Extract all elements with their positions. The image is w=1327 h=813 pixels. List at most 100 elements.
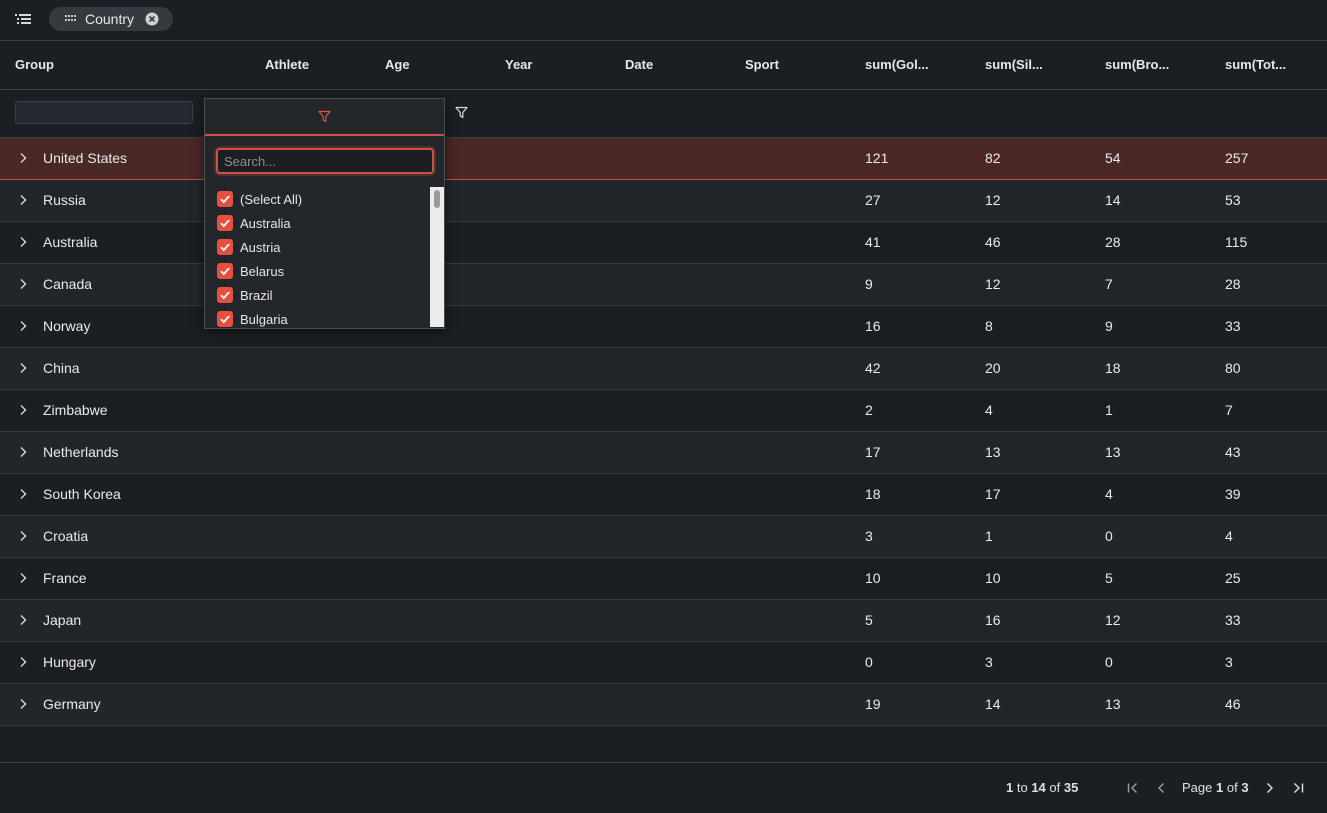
header-date[interactable]: Date bbox=[625, 41, 653, 89]
header-sum-gold[interactable]: sum(Gol... bbox=[865, 41, 929, 89]
bronze-cell: 28 bbox=[1105, 234, 1121, 250]
page-info: Page 1 of 3 bbox=[1182, 763, 1249, 809]
table-row[interactable]: Australia 41 46 28 115 bbox=[0, 222, 1327, 264]
silver-cell: 17 bbox=[985, 486, 1001, 502]
filter-option[interactable]: Austria bbox=[217, 235, 280, 259]
scrollbar-track[interactable] bbox=[430, 187, 444, 327]
header-sport[interactable]: Sport bbox=[745, 41, 779, 89]
chevron-right-icon[interactable] bbox=[17, 278, 29, 290]
scrollbar-thumb[interactable] bbox=[434, 190, 440, 208]
checkbox-checked-icon[interactable] bbox=[217, 239, 233, 255]
gold-cell: 2 bbox=[865, 402, 873, 418]
table-row[interactable]: Canada 9 12 7 28 bbox=[0, 264, 1327, 306]
silver-cell: 8 bbox=[985, 318, 993, 334]
checkbox-checked-icon[interactable] bbox=[217, 287, 233, 303]
gold-cell: 17 bbox=[865, 444, 881, 460]
checkbox-checked-icon[interactable] bbox=[217, 215, 233, 231]
first-page-icon[interactable] bbox=[1126, 781, 1140, 795]
table-row[interactable]: Russia 27 12 14 53 bbox=[0, 180, 1327, 222]
table-row[interactable]: China 42 20 18 80 bbox=[0, 348, 1327, 390]
page-word: Page bbox=[1182, 780, 1213, 795]
table-row[interactable]: United States 121 82 54 257 bbox=[0, 138, 1327, 180]
filter-option[interactable]: Australia bbox=[217, 211, 291, 235]
header-year[interactable]: Year bbox=[505, 41, 532, 89]
chevron-right-icon[interactable] bbox=[17, 488, 29, 500]
table-row[interactable]: Netherlands 17 13 13 43 bbox=[0, 432, 1327, 474]
table-row[interactable]: France 10 10 5 25 bbox=[0, 558, 1327, 600]
table-row[interactable]: South Korea 18 17 4 39 bbox=[0, 474, 1327, 516]
grip-icon[interactable] bbox=[65, 14, 77, 24]
group-cell: France bbox=[43, 570, 87, 586]
row-group-panel: Country bbox=[0, 0, 1327, 41]
bronze-cell: 13 bbox=[1105, 696, 1121, 712]
group-cell: Zimbabwe bbox=[43, 402, 108, 418]
chevron-right-icon[interactable] bbox=[17, 236, 29, 248]
filter-option[interactable]: Brazil bbox=[217, 283, 273, 307]
group-filter-input[interactable] bbox=[15, 101, 193, 124]
header-sum-total[interactable]: sum(Tot... bbox=[1225, 41, 1286, 89]
page-current: 1 bbox=[1216, 780, 1224, 795]
gold-cell: 27 bbox=[865, 192, 881, 208]
filter-option-select-all[interactable]: (Select All) bbox=[217, 187, 302, 211]
option-label: Brazil bbox=[240, 287, 273, 303]
header-age[interactable]: Age bbox=[385, 41, 410, 89]
chevron-right-icon[interactable] bbox=[17, 320, 29, 332]
table-row[interactable]: Zimbabwe 2 4 1 7 bbox=[0, 390, 1327, 432]
filter-tab[interactable] bbox=[205, 99, 444, 136]
chevron-right-icon[interactable] bbox=[17, 572, 29, 584]
filter-icon[interactable] bbox=[455, 106, 468, 119]
filter-icon bbox=[318, 110, 331, 123]
chevron-right-icon[interactable] bbox=[17, 698, 29, 710]
total-cell: 115 bbox=[1225, 234, 1248, 250]
total-cell: 80 bbox=[1225, 360, 1241, 376]
silver-cell: 12 bbox=[985, 192, 1001, 208]
filter-option[interactable]: Bulgaria bbox=[217, 307, 288, 328]
chevron-right-icon[interactable] bbox=[17, 404, 29, 416]
filter-option[interactable]: Belarus bbox=[217, 259, 284, 283]
list-menu-icon[interactable] bbox=[14, 11, 32, 29]
header-sum-bronze[interactable]: sum(Bro... bbox=[1105, 41, 1169, 89]
last-page-icon[interactable] bbox=[1291, 781, 1305, 795]
gold-cell: 0 bbox=[865, 654, 873, 670]
checkbox-checked-icon[interactable] bbox=[217, 191, 233, 207]
total-cell: 28 bbox=[1225, 276, 1241, 292]
table-row[interactable]: Hungary 0 3 0 3 bbox=[0, 642, 1327, 684]
table-row[interactable]: Croatia 3 1 0 4 bbox=[0, 516, 1327, 558]
silver-cell: 20 bbox=[985, 360, 1001, 376]
chevron-right-icon[interactable] bbox=[17, 194, 29, 206]
header-athlete[interactable]: Athlete bbox=[265, 41, 309, 89]
group-pill-country[interactable]: Country bbox=[49, 7, 173, 31]
chevron-right-icon[interactable] bbox=[17, 152, 29, 164]
filter-search-input[interactable] bbox=[216, 148, 434, 174]
checkbox-checked-icon[interactable] bbox=[217, 311, 233, 327]
header-group[interactable]: Group bbox=[15, 41, 54, 89]
previous-page-icon[interactable] bbox=[1154, 781, 1168, 795]
bronze-cell: 0 bbox=[1105, 528, 1113, 544]
chevron-right-icon[interactable] bbox=[17, 614, 29, 626]
chevron-right-icon[interactable] bbox=[17, 362, 29, 374]
total-cell: 7 bbox=[1225, 402, 1233, 418]
chevron-right-icon[interactable] bbox=[17, 446, 29, 458]
next-page-icon[interactable] bbox=[1263, 781, 1277, 795]
bronze-cell: 14 bbox=[1105, 192, 1121, 208]
total-cell: 4 bbox=[1225, 528, 1233, 544]
silver-cell: 82 bbox=[985, 150, 1001, 166]
checkbox-checked-icon[interactable] bbox=[217, 263, 233, 279]
total-cell: 25 bbox=[1225, 570, 1241, 586]
table-row[interactable]: Norway 16 8 9 33 bbox=[0, 306, 1327, 348]
close-circle-icon[interactable] bbox=[145, 12, 159, 26]
chevron-right-icon[interactable] bbox=[17, 656, 29, 668]
silver-cell: 3 bbox=[985, 654, 993, 670]
chevron-right-icon[interactable] bbox=[17, 530, 29, 542]
option-label: (Select All) bbox=[240, 191, 303, 207]
bronze-cell: 0 bbox=[1105, 654, 1113, 670]
header-sum-silver[interactable]: sum(Sil... bbox=[985, 41, 1043, 89]
table-row[interactable]: Japan 5 16 12 33 bbox=[0, 600, 1327, 642]
row-to: 14 bbox=[1031, 780, 1046, 795]
gold-cell: 5 bbox=[865, 612, 873, 628]
group-cell: South Korea bbox=[43, 486, 121, 502]
group-cell: China bbox=[43, 360, 80, 376]
table-row[interactable]: Germany 19 14 13 46 bbox=[0, 684, 1327, 726]
gold-cell: 42 bbox=[865, 360, 881, 376]
silver-cell: 13 bbox=[985, 444, 1001, 460]
